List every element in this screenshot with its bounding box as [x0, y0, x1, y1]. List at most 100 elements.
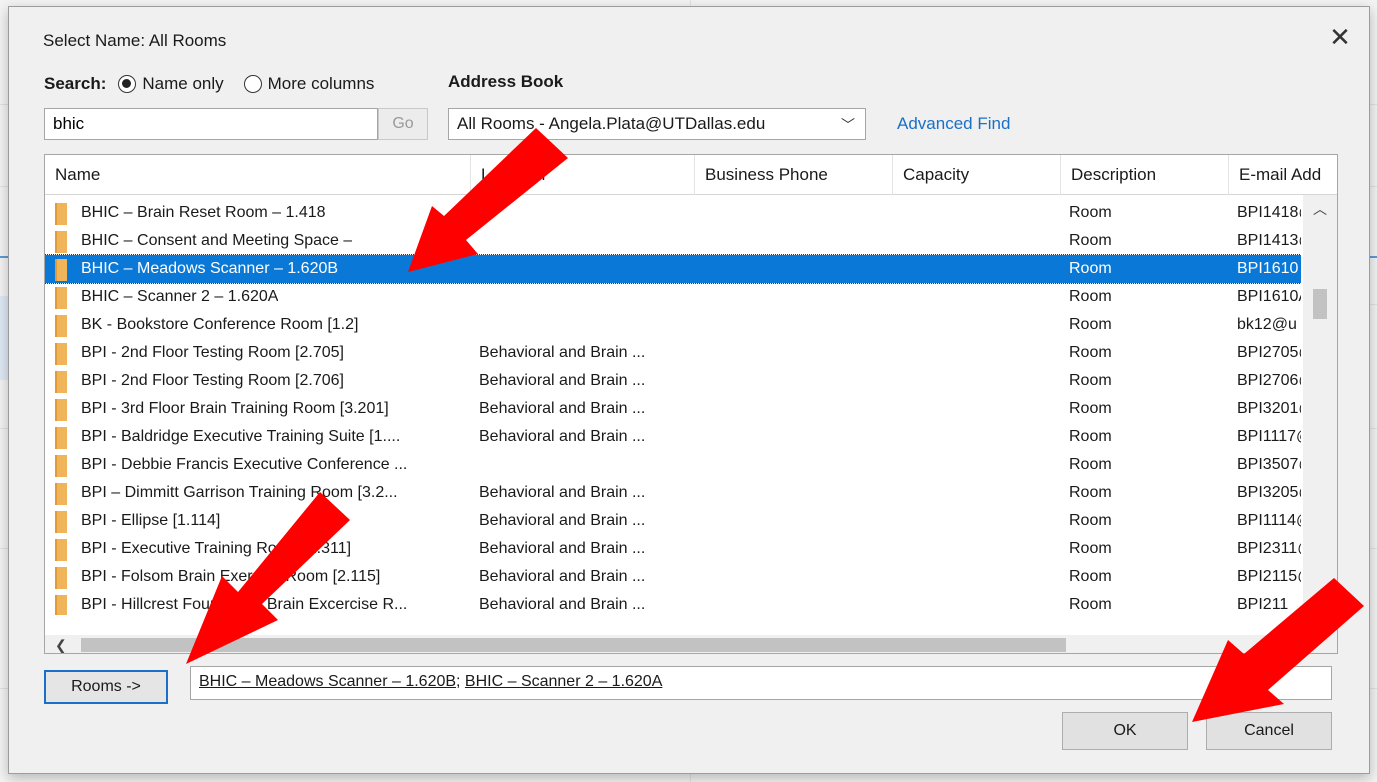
- scroll-up-icon[interactable]: ︿: [1303, 199, 1337, 219]
- cell-email: BPI1418@: [1237, 204, 1301, 221]
- room-icon: [55, 483, 67, 505]
- cell-description: Room: [1069, 204, 1112, 221]
- room-icon: [55, 539, 67, 561]
- cell-description: Room: [1069, 288, 1112, 305]
- room-icon: [55, 231, 67, 253]
- radio-more-columns[interactable]: More columns: [243, 74, 375, 94]
- horizontal-scrollbar[interactable]: ❮ ❯: [45, 635, 1337, 653]
- rooms-selected-field[interactable]: BHIC – Meadows Scanner – 1.620B; BHIC – …: [190, 666, 1332, 700]
- rooms-list: Name Location Business Phone Capacity De…: [44, 154, 1338, 654]
- rooms-button[interactable]: Rooms ->: [44, 670, 168, 704]
- table-row[interactable]: BPI - Folsom Brain Exercise Room [2.115]…: [45, 563, 1301, 591]
- horizontal-scroll-thumb[interactable]: [81, 638, 1066, 652]
- room-icon: [55, 567, 67, 589]
- column-header-email[interactable]: E-mail Add: [1229, 155, 1337, 195]
- cell-description: Room: [1069, 484, 1112, 501]
- scroll-left-icon[interactable]: ❮: [55, 635, 67, 653]
- radio-more-columns-label: More columns: [267, 74, 375, 93]
- close-icon[interactable]: ✕: [1323, 21, 1357, 53]
- table-row[interactable]: BHIC – Brain Reset Room – 1.418 Room BPI14…: [45, 199, 1301, 227]
- address-book-label: Address Book: [448, 72, 564, 91]
- cell-name: BHIC – Meadows Scanner – 1.620B: [81, 260, 339, 277]
- cell-email: BPI2705@: [1237, 344, 1301, 361]
- cell-email: bk12@u: [1237, 316, 1297, 333]
- dialog-title: Select Name: All Rooms: [43, 31, 227, 50]
- table-row[interactable]: BPI – Dimmitt Garrison Training Room [3.…: [45, 479, 1301, 507]
- room-icon: [55, 259, 67, 281]
- cell-email: BPI2706@: [1237, 372, 1301, 389]
- cell-description: Room: [1069, 540, 1112, 557]
- selected-room-separator: ;: [456, 673, 465, 690]
- room-icon: [55, 511, 67, 533]
- cell-location: Behavioral and Brain ...: [479, 596, 646, 613]
- cell-name: BPI - 2nd Floor Testing Room [2.706]: [81, 372, 344, 389]
- radio-name-only[interactable]: Name only: [118, 74, 224, 94]
- cell-description: Room: [1069, 316, 1112, 333]
- room-icon: [55, 343, 67, 365]
- table-row[interactable]: BHIC – Scanner 2 – 1.620A Room BPI1610A: [45, 283, 1301, 311]
- room-icon: [55, 427, 67, 449]
- table-row[interactable]: BPI - Baldridge Executive Training Suite…: [45, 423, 1301, 451]
- cell-name: BHIC – Brain Reset Room – 1.418: [81, 204, 326, 221]
- list-header: Name Location Business Phone Capacity De…: [45, 155, 1337, 195]
- room-icon: [55, 315, 67, 337]
- table-row[interactable]: BPI - Executive Training Room [2.311] Beh…: [45, 535, 1301, 563]
- table-row[interactable]: BPI - Ellipse [1.114] Behavioral and Brai…: [45, 507, 1301, 535]
- cell-location: Behavioral and Brain ...: [479, 568, 646, 585]
- cell-name: BK - Bookstore Conference Room [1.2]: [81, 316, 359, 333]
- cell-name: BPI - 2nd Floor Testing Room [2.705]: [81, 344, 344, 361]
- cell-email: BPI1413@: [1237, 232, 1301, 249]
- cell-location: Behavioral and Brain ...: [479, 372, 646, 389]
- address-book-dropdown[interactable]: All Rooms - Angela.Plata@UTDallas.edu ﹀: [448, 108, 866, 140]
- column-header-description[interactable]: Description: [1061, 155, 1229, 195]
- search-options: Search: Name only More columns: [44, 72, 374, 96]
- cell-name: BPI - Folsom Brain Exercise Room [2.115]: [81, 568, 381, 585]
- vertical-scrollbar[interactable]: ︿ ﹀: [1303, 195, 1337, 635]
- cell-email: BPI2311@: [1237, 540, 1301, 557]
- radio-name-only-label: Name only: [142, 74, 224, 93]
- selected-room-2: BHIC – Scanner 2 – 1.620A: [464, 673, 663, 690]
- radio-selected-icon: [118, 75, 137, 93]
- radio-unselected-icon: [243, 75, 262, 93]
- table-row[interactable]: BHIC – Consent and Meeting Space – Room BP…: [45, 227, 1301, 255]
- table-row[interactable]: BPI - 3rd Floor Brain Training Room [3.2…: [45, 395, 1301, 423]
- vertical-scroll-thumb[interactable]: [1313, 289, 1327, 319]
- cell-email: BPI1610: [1237, 260, 1299, 277]
- cell-location: Behavioral and Brain ...: [479, 540, 646, 557]
- cell-name: BHIC – Consent and Meeting Space –: [81, 232, 353, 249]
- room-icon: [55, 287, 67, 309]
- search-input[interactable]: [44, 108, 378, 140]
- selected-room-1: BHIC – Meadows Scanner – 1.620B: [199, 673, 457, 690]
- search-label: Search:: [44, 74, 107, 93]
- cell-name: BPI - Executive Training Room [2.311]: [81, 540, 352, 557]
- table-row[interactable]: BPI - Hillcrest Foundation Brain Excerci…: [45, 591, 1301, 615]
- cell-description: Room: [1069, 568, 1112, 585]
- table-row[interactable]: BK - Bookstore Conference Room [1.2] Room…: [45, 311, 1301, 339]
- cell-email: BPI1117@: [1237, 428, 1301, 445]
- cell-description: Room: [1069, 512, 1112, 529]
- column-header-location[interactable]: Location: [471, 155, 695, 195]
- cell-description: Room: [1069, 344, 1112, 361]
- cell-name: BPI - Ellipse [1.114]: [81, 512, 221, 529]
- cell-email: BPI211: [1237, 596, 1289, 613]
- cell-name: BPI - Hillcrest Foundation Brain Excerci…: [81, 596, 408, 613]
- scroll-right-icon[interactable]: ❯: [1285, 635, 1297, 653]
- ok-button[interactable]: OK: [1062, 712, 1188, 750]
- cell-name: BPI – Dimmitt Garrison Training Room [3.…: [81, 484, 398, 501]
- column-header-business-phone[interactable]: Business Phone: [695, 155, 893, 195]
- cell-location: Behavioral and Brain ...: [479, 344, 646, 361]
- column-header-name[interactable]: Name: [45, 155, 471, 195]
- address-book-selected: All Rooms - Angela.Plata@UTDallas.edu: [457, 114, 766, 133]
- cancel-button[interactable]: Cancel: [1206, 712, 1332, 750]
- scroll-down-icon[interactable]: ﹀: [1303, 607, 1337, 627]
- cell-email: BPI3201@: [1237, 400, 1301, 417]
- room-icon: [55, 399, 67, 421]
- table-row[interactable]: BPI - 2nd Floor Testing Room [2.706] Beha…: [45, 367, 1301, 395]
- table-row[interactable]: BHIC – Meadows Scanner – 1.620B Room BPI16…: [45, 254, 1301, 284]
- go-button[interactable]: Go: [378, 108, 428, 140]
- column-header-capacity[interactable]: Capacity: [893, 155, 1061, 195]
- cell-email: BPI3507@: [1237, 456, 1301, 473]
- advanced-find-link[interactable]: Advanced Find: [897, 114, 1010, 134]
- table-row[interactable]: BPI - Debbie Francis Executive Conferenc…: [45, 451, 1301, 479]
- table-row[interactable]: BPI - 2nd Floor Testing Room [2.705] Beha…: [45, 339, 1301, 367]
